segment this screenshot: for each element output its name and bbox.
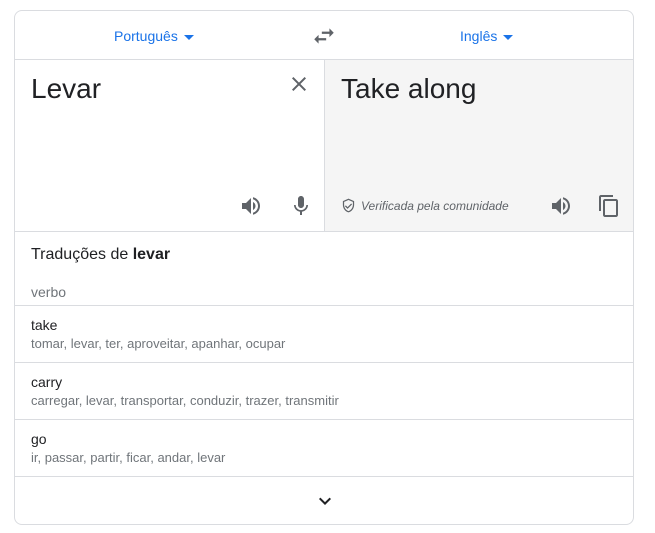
translation-word: go [31,431,47,447]
translations-heading-prefix: Traduções de [31,246,129,263]
chevron-down-icon [319,497,331,505]
copy-icon [599,195,618,217]
swap-languages-button[interactable] [311,23,337,49]
caret-down-icon [503,34,514,40]
source-language-label: Português [114,28,178,44]
translations-heading-word: levar [132,246,171,263]
target-language-selector[interactable]: Inglês [460,25,514,47]
source-language-selector[interactable]: Português [114,25,194,47]
source-pane: Levar [15,60,325,231]
voice-input-button[interactable] [289,194,313,218]
translation-synonyms: tomar, levar, ter, aproveitar, apanhar, … [31,336,286,351]
source-text-input[interactable]: Levar [31,72,101,106]
translate-card: Português Inglês Levar Take along Verifi… [14,10,634,525]
caret-down-icon [183,34,194,40]
close-icon [292,77,306,91]
translation-word: take [31,317,58,333]
community-verified-badge: Verificada pela comunidade [341,198,509,213]
section-divider [15,231,633,232]
speaker-icon [242,197,260,215]
expand-translations-button[interactable] [313,489,337,513]
copy-translation-button[interactable] [597,194,621,218]
speaker-icon [552,197,570,215]
translation-synonyms: carregar, levar, transportar, conduzir, … [31,393,339,408]
microphone-icon [294,196,308,215]
part-of-speech: verbo [31,284,67,300]
translation-row[interactable]: go ir, passar, partir, ficar, andar, lev… [15,419,633,476]
translation-synonyms: ir, passar, partir, ficar, andar, levar [31,450,226,465]
translation-word: carry [31,374,63,390]
translation-row[interactable]: take tomar, levar, ter, aproveitar, apan… [15,305,633,362]
expand-translations-bar [15,476,633,524]
translated-text: Take along [341,73,477,104]
shield-check-icon [342,198,355,213]
language-bar: Português Inglês [15,11,633,60]
target-pane: Take along Verificada pela comunidade [325,60,633,231]
listen-source-button[interactable] [239,194,263,218]
target-language-label: Inglês [460,28,498,44]
verified-label: Verificada pela comunidade [361,198,509,213]
swap-languages-icon [314,28,334,44]
listen-translation-button[interactable] [549,194,573,218]
translations-heading: Traduções de levar [31,246,170,264]
clear-source-button[interactable] [287,72,311,96]
translation-row[interactable]: carry carregar, levar, transportar, cond… [15,362,633,419]
